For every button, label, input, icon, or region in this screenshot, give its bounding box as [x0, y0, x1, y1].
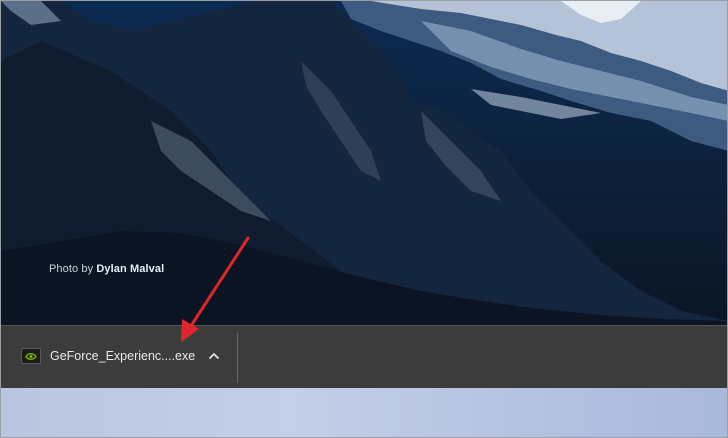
download-item[interactable]: GeForce_Experienc....exe — [1, 326, 237, 388]
photo-credit[interactable]: Photo by Dylan Malval — [49, 263, 164, 275]
shelf-divider — [237, 333, 238, 383]
new-tab-wallpaper: Photo by Dylan Malval — [1, 1, 727, 325]
photo-credit-author[interactable]: Dylan Malval — [96, 263, 164, 275]
screenshot-frame: Photo by Dylan Malval GeForce_Experienc.… — [0, 0, 728, 438]
nvidia-icon — [21, 348, 41, 364]
download-file-name[interactable]: GeForce_Experienc....exe — [50, 349, 195, 363]
download-shelf: GeForce_Experienc....exe — [1, 325, 727, 388]
photo-credit-prefix: Photo by — [49, 263, 94, 275]
chevron-up-icon[interactable] — [206, 348, 222, 364]
mountain-photo — [1, 1, 727, 325]
taskbar — [1, 388, 727, 437]
